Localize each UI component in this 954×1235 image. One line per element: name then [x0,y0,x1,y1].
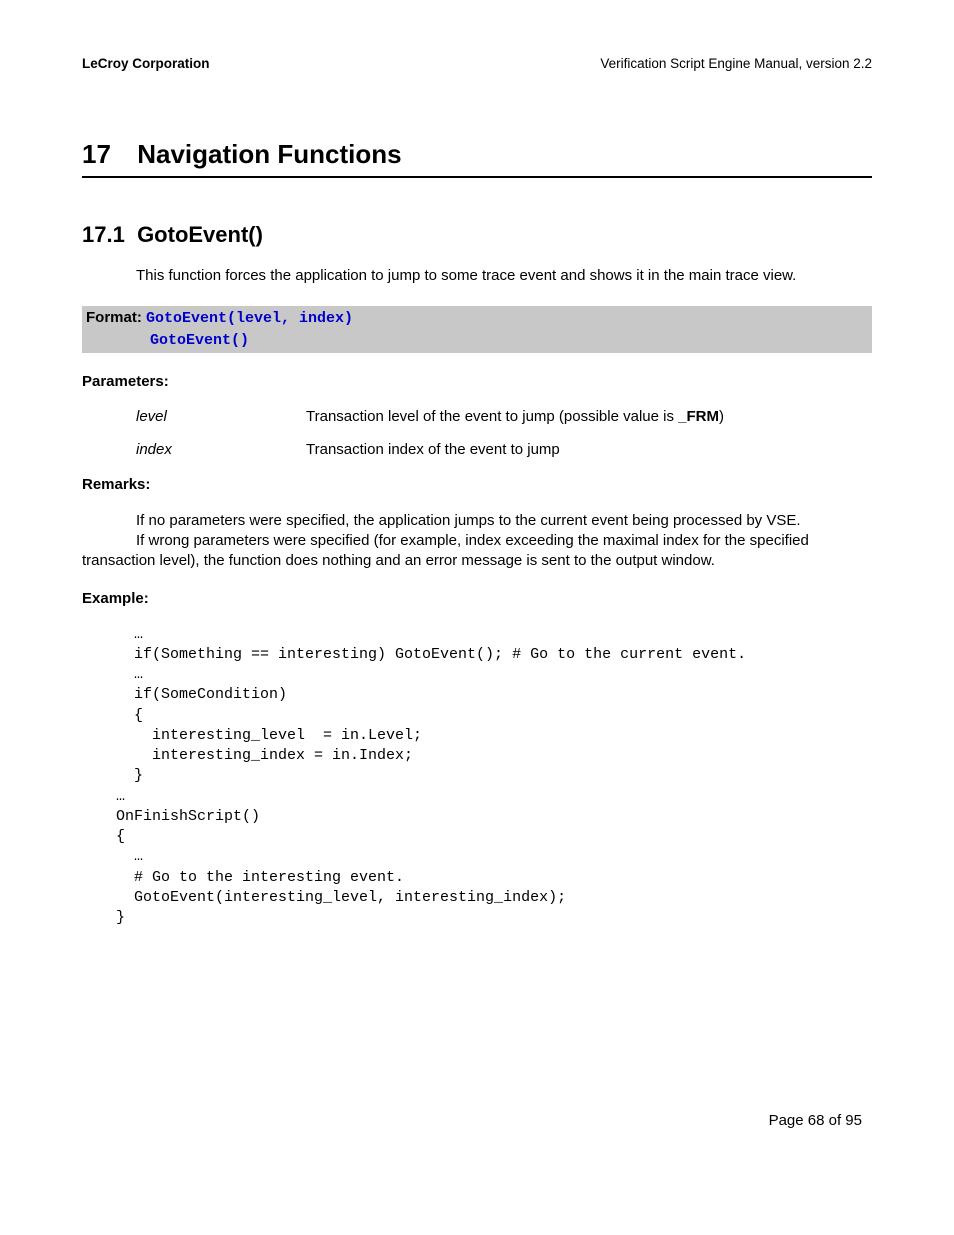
section-title: GotoEvent() [137,222,263,247]
format-label: Format: [86,309,146,326]
format-code-line1: GotoEvent(level, index) [146,310,353,327]
parameters-table: level Transaction level of the event to … [136,408,872,458]
remarks-body: If no parameters were specified, the app… [136,511,872,552]
section-number: 17.1 [82,222,125,247]
parameter-name: index [136,441,306,458]
format-box: Format: GotoEvent(level, index) GotoEven… [82,306,872,353]
remarks-line2: If wrong parameters were specified (for … [136,532,809,549]
parameter-row: index Transaction index of the event to … [136,441,872,458]
chapter-number: 17 [82,139,130,170]
param-desc-pre: Transaction level of the event to jump (… [306,408,678,425]
example-heading: Example: [82,590,872,607]
parameter-row: level Transaction level of the event to … [136,408,872,425]
param-desc-pre: Transaction index of the event to jump [306,441,560,458]
remarks-hanging: transaction level), the function does no… [82,551,872,571]
example-code: … if(Something == interesting) GotoEvent… [116,625,872,929]
param-desc-bold: _FRM [678,408,719,425]
section-intro: This function forces the application to … [136,266,872,286]
parameter-description: Transaction level of the event to jump (… [306,408,872,425]
header-company: LeCroy Corporation [82,56,210,71]
section-heading: 17.1 GotoEvent() [82,222,872,248]
remarks-heading: Remarks: [82,476,872,493]
parameter-description: Transaction index of the event to jump [306,441,872,458]
param-desc-post: ) [719,408,724,425]
format-code-line2: GotoEvent() [150,332,249,349]
remarks-line1: If no parameters were specified, the app… [136,512,801,529]
document-page: LeCroy Corporation Verification Script E… [0,0,954,928]
parameter-name: level [136,408,306,425]
parameters-heading: Parameters: [82,373,872,390]
page-header: LeCroy Corporation Verification Script E… [82,56,872,71]
header-doc-title: Verification Script Engine Manual, versi… [600,56,872,71]
page-footer: Page 68 of 95 [769,1112,862,1129]
chapter-heading: 17 Navigation Functions [82,139,872,178]
chapter-title: Navigation Functions [137,139,401,169]
